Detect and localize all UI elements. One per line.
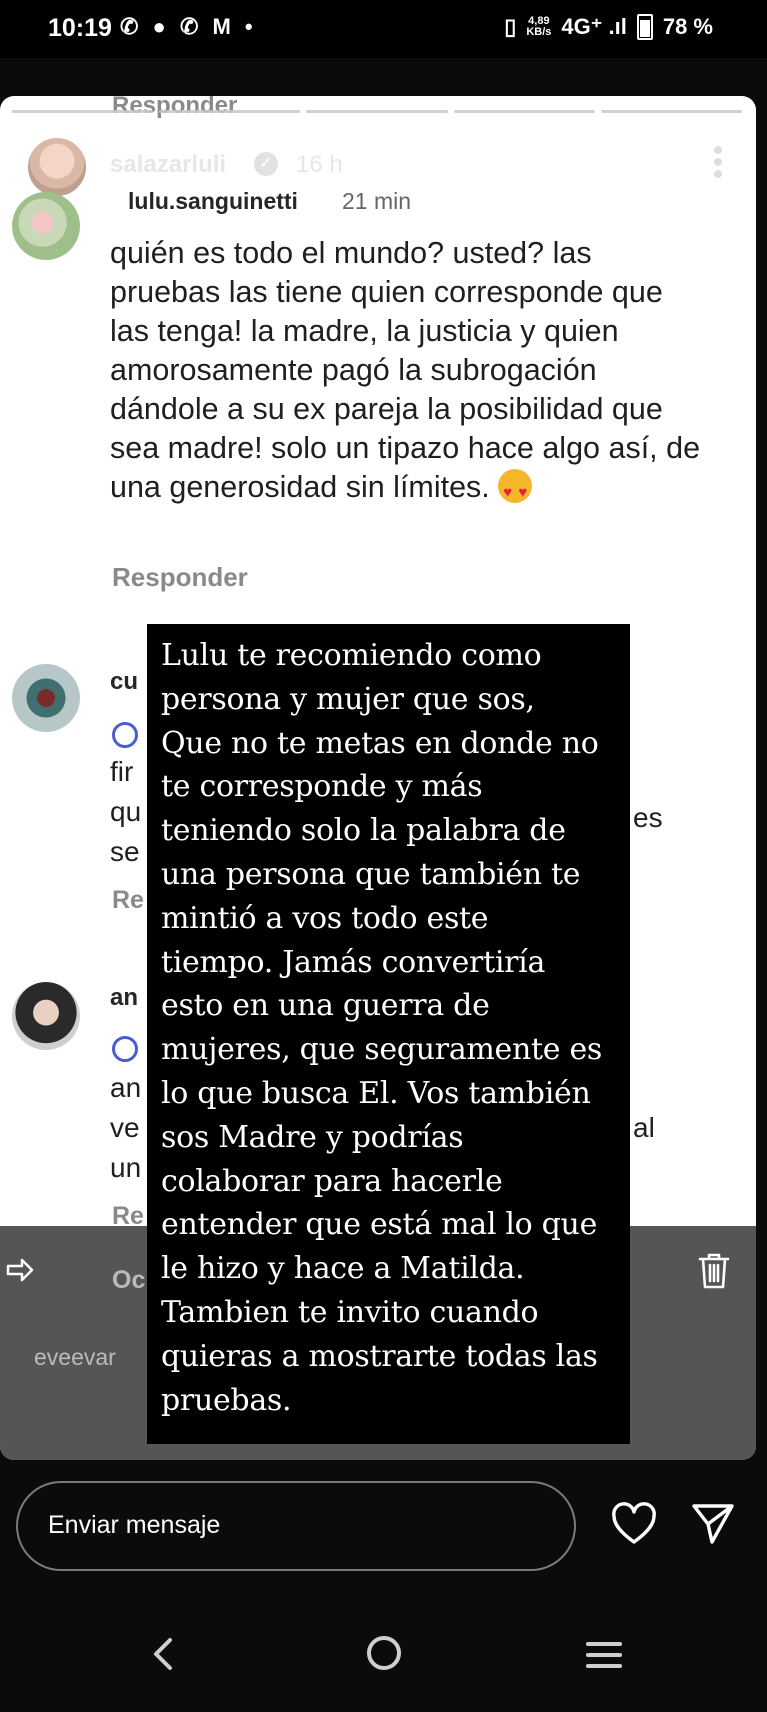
heart-eyes-emoji-icon [498, 469, 533, 512]
heart-icon[interactable] [610, 1502, 658, 1546]
progress-segment [306, 110, 448, 113]
threads-icon [112, 722, 138, 748]
comment-text: quién es todo el mundo? usted? las prueb… [110, 234, 710, 512]
comment-time: 21 min [342, 188, 412, 214]
story-text: Lulu te recomiendo como persona y mujer … [161, 638, 603, 1418]
story-progress-bars [12, 110, 743, 113]
notification-icons: ✆ ● ✆ M • [120, 14, 257, 39]
back-icon[interactable] [148, 1636, 176, 1672]
system-indicators: ▯ 4,89 KB/s 4G⁺ .ıl 78 % [504, 14, 713, 40]
progress-segment [453, 110, 595, 113]
send-icon[interactable] [690, 1502, 736, 1546]
partial-label: Oc [112, 1266, 146, 1294]
comment-username[interactable]: lulu.sanguinetti [128, 188, 298, 215]
reply-button[interactable]: Responder [112, 562, 248, 593]
status-bar: 10:19 ✆ ● ✆ M • ▯ 4,89 KB/s 4G⁺ .ıl 78 % [0, 0, 767, 58]
partial-username: an [110, 984, 139, 1011]
progress-segment [12, 110, 154, 113]
battery-icon [636, 14, 653, 40]
partial-reply-label: Responder [112, 96, 238, 119]
partial-username: eveevar [34, 1344, 116, 1370]
commenter-avatar[interactable] [12, 192, 80, 260]
signal-indicator: 4G⁺ .ıl [561, 14, 627, 39]
partial-text: fir [110, 756, 134, 787]
recents-icon[interactable] [586, 1642, 622, 1668]
owner-username[interactable]: salazarluli [110, 151, 226, 179]
progress-segment [159, 110, 301, 113]
partial-text: un [110, 1152, 142, 1183]
network-speed: 4,89 KB/s [526, 16, 551, 38]
owner-avatar[interactable] [26, 136, 88, 198]
partial-reply-button[interactable]: Re [112, 886, 144, 915]
share-arrow-icon[interactable] [4, 1254, 36, 1286]
threads-icon [112, 1036, 138, 1062]
battery-level: 78 % [662, 14, 713, 39]
story-text-box: Lulu te recomiendo como persona y mujer … [147, 624, 630, 1444]
commenter-avatar[interactable] [12, 982, 80, 1050]
clock: 10:19 [48, 14, 112, 42]
verified-badge-icon: ✓ [254, 152, 278, 176]
vibrate-icon: ▯ [504, 14, 517, 39]
navigation-bar [0, 1620, 767, 1712]
story-age: 16 h [296, 151, 343, 178]
partial-text: ve [110, 1112, 140, 1143]
send-message-input[interactable]: Enviar mensaje [16, 1481, 576, 1571]
partial-text: an [110, 1072, 142, 1103]
speed-unit: KB/s [526, 26, 552, 38]
home-icon[interactable] [367, 1636, 401, 1670]
partial-username: cu [110, 668, 139, 695]
partial-text: se [110, 836, 140, 867]
commenter-avatar[interactable] [12, 664, 80, 732]
send-message-placeholder: Enviar mensaje [48, 1511, 221, 1539]
partial-text: al [633, 1112, 655, 1143]
more-options-icon[interactable] [712, 146, 724, 182]
trash-icon[interactable] [696, 1251, 732, 1291]
partial-text: qu [110, 796, 142, 827]
progress-segment [600, 110, 743, 113]
partial-text: es [633, 802, 663, 833]
comment-body: quién es todo el mundo? usted? las prueb… [110, 236, 701, 504]
